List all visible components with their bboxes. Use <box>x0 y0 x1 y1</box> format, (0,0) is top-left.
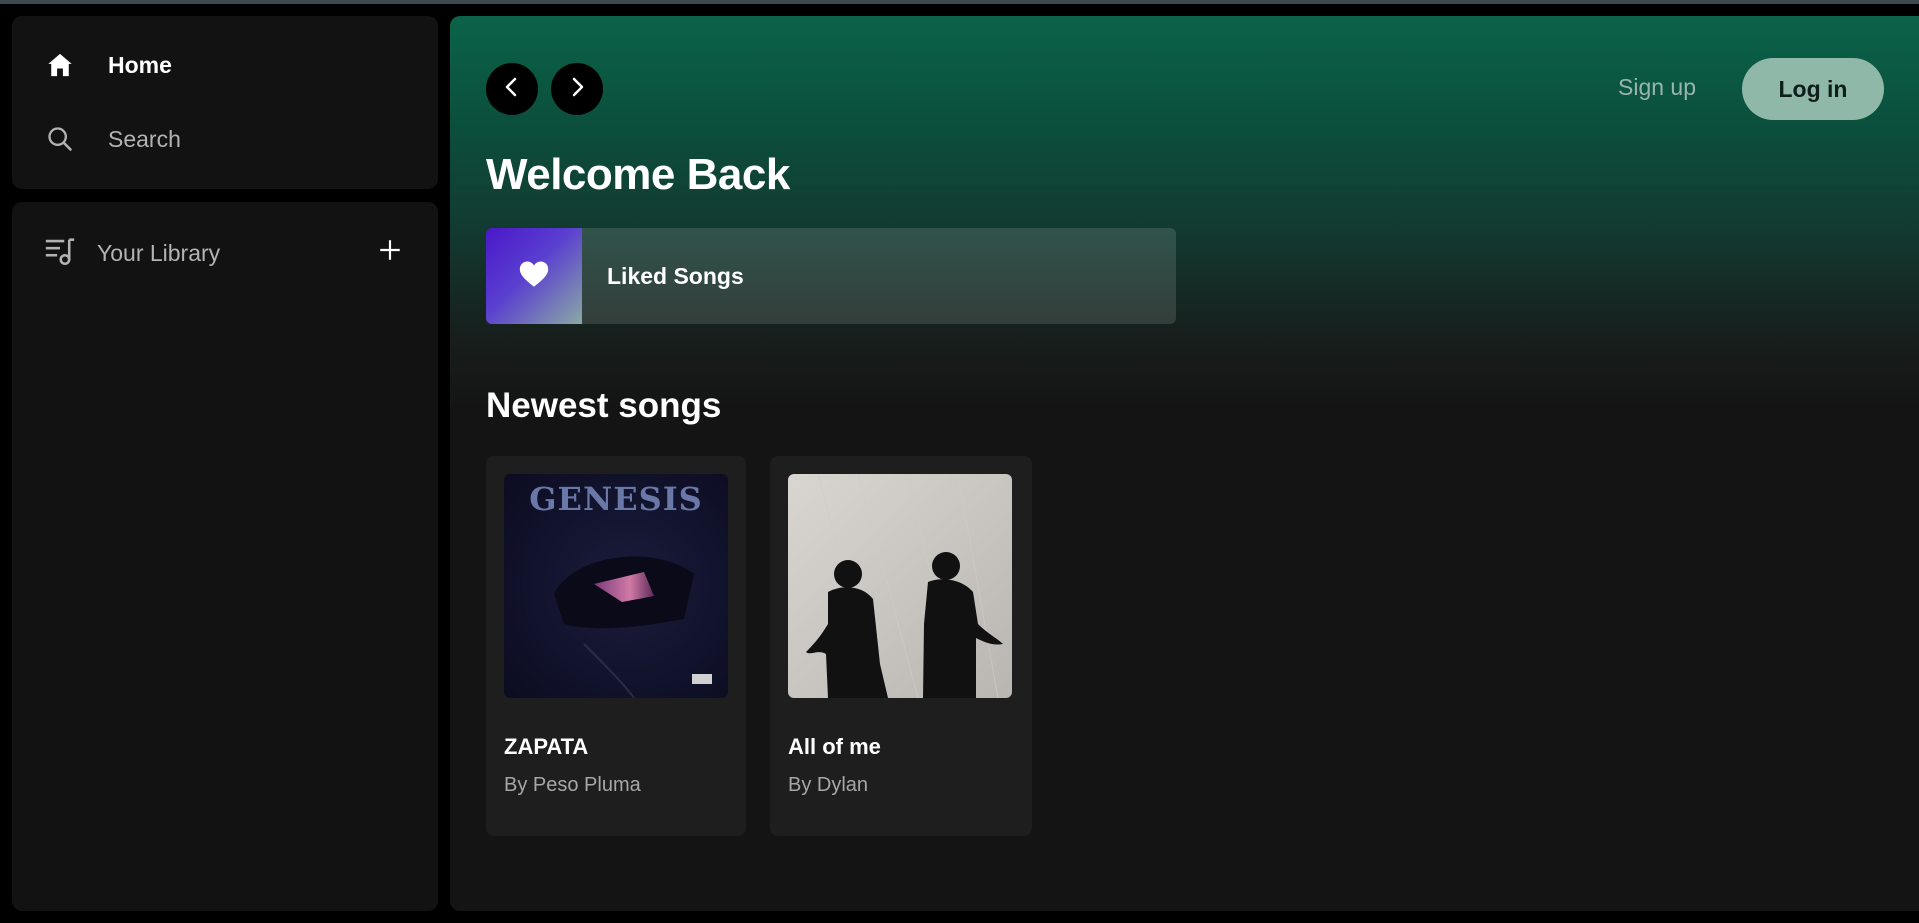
page-title: Welcome Back <box>486 150 790 199</box>
song-card[interactable]: GENESIS ZAPATA By Peso Pluma <box>486 456 746 836</box>
home-icon <box>43 48 77 82</box>
main-content: Sign up Log in Welcome Back Liked Songs … <box>450 16 1919 911</box>
window-top-border <box>0 0 1919 4</box>
back-button[interactable] <box>486 63 538 115</box>
forward-button[interactable] <box>551 63 603 115</box>
section-title-newest-songs: Newest songs <box>486 386 722 425</box>
plus-icon <box>377 237 403 268</box>
liked-songs-label: Liked Songs <box>607 262 744 289</box>
song-card[interactable]: All of me By Dylan <box>770 456 1032 836</box>
cover-title: GENESIS <box>529 480 703 518</box>
album-cover-all-of-me <box>788 474 1012 698</box>
song-title: All of me <box>788 734 881 759</box>
sidebar-item-label: Search <box>108 125 181 152</box>
chevron-right-icon <box>565 75 589 104</box>
sidebar-item-label: Home <box>108 51 172 78</box>
library-label: Your Library <box>97 240 221 266</box>
song-artist: By Peso Pluma <box>504 774 641 796</box>
search-icon <box>43 122 77 156</box>
sidebar-nav: Home Search <box>12 16 438 189</box>
library-panel: Your Library <box>12 202 438 911</box>
liked-songs-art <box>486 228 582 324</box>
album-cover-genesis: GENESIS <box>504 474 728 698</box>
chevron-left-icon <box>500 75 524 104</box>
library-icon <box>43 234 77 273</box>
sidebar-item-home[interactable]: Home <box>43 48 172 82</box>
login-button[interactable]: Log in <box>1742 58 1884 120</box>
liked-songs-tile[interactable]: Liked Songs <box>486 228 1176 324</box>
your-library-button[interactable]: Your Library <box>43 234 220 273</box>
signup-button[interactable]: Sign up <box>1618 74 1696 101</box>
song-title: ZAPATA <box>504 734 589 759</box>
heart-icon <box>517 257 551 296</box>
song-artist: By Dylan <box>788 774 869 796</box>
sidebar-item-search[interactable]: Search <box>43 122 181 156</box>
add-to-library-button[interactable] <box>372 234 408 270</box>
